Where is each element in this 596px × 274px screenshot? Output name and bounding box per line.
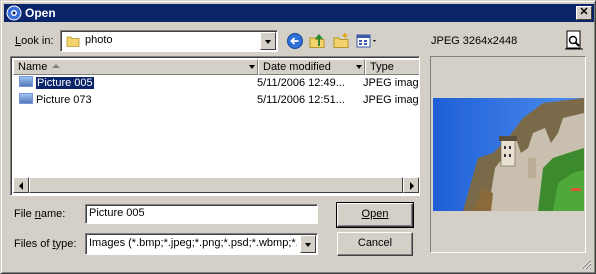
- sort-ascending-icon: [52, 64, 60, 68]
- close-button[interactable]: ✕: [576, 6, 592, 20]
- file-type-label: Files of type:: [14, 238, 77, 250]
- preview-toggle-icon[interactable]: [563, 29, 585, 51]
- file-type-select[interactable]: Images (*.bmp;*.jpeg;*.png;*.psd;*.wbmp;…: [85, 233, 318, 255]
- look-in-combo[interactable]: photo: [60, 30, 278, 52]
- horizontal-scrollbar[interactable]: [13, 177, 419, 193]
- preview-info: JPEG 3264x2448: [431, 35, 518, 47]
- file-type-value: Images (*.bmp;*.jpeg;*.png;*.psd;*.wbmp;…: [89, 237, 297, 249]
- list-item[interactable]: Picture 073 5/11/2006 12:51... JPEG imag…: [13, 92, 419, 108]
- column-header-date[interactable]: Date modified: [258, 59, 365, 75]
- look-in-label: Look in:: [15, 35, 54, 47]
- preview-pane: [430, 56, 586, 253]
- new-folder-icon[interactable]: [332, 32, 350, 50]
- open-dialog: Open ✕ Look in: photo JPEG 3264x2448 Nam…: [0, 0, 596, 274]
- file-name-input[interactable]: Picture 005: [85, 204, 318, 224]
- look-in-value: photo: [85, 34, 113, 46]
- file-list[interactable]: Name Date modified Type Picture 005 5/11…: [10, 56, 420, 196]
- list-item[interactable]: Picture 005 5/11/2006 12:49... JPEG imag…: [13, 75, 419, 91]
- scroll-left-button[interactable]: [13, 177, 29, 193]
- preview-image: [433, 98, 584, 211]
- resize-grip-icon[interactable]: [580, 258, 592, 270]
- image-file-icon: [19, 76, 33, 87]
- up-folder-icon[interactable]: [308, 32, 326, 50]
- image-file-icon: [19, 93, 33, 104]
- scrollbar-thumb[interactable]: [29, 177, 403, 193]
- views-menu-icon[interactable]: [356, 32, 380, 50]
- back-icon[interactable]: [286, 32, 304, 50]
- open-button[interactable]: Open: [336, 202, 414, 228]
- window-title: Open: [25, 6, 56, 20]
- column-header-name[interactable]: Name: [13, 59, 258, 75]
- app-icon: [6, 5, 22, 21]
- chevron-down-icon: [356, 65, 362, 69]
- look-in-dropdown-button[interactable]: [260, 32, 276, 50]
- close-icon: ✕: [579, 6, 589, 18]
- scroll-right-button[interactable]: [403, 177, 419, 193]
- title-bar[interactable]: Open ✕: [4, 4, 594, 22]
- folder-icon: [66, 36, 80, 47]
- cancel-button[interactable]: Cancel: [337, 232, 413, 256]
- file-type-dropdown-button[interactable]: [300, 235, 316, 253]
- file-name-label: File name:: [14, 208, 66, 220]
- chevron-down-icon: [249, 65, 255, 69]
- column-header-type[interactable]: Type: [365, 59, 419, 75]
